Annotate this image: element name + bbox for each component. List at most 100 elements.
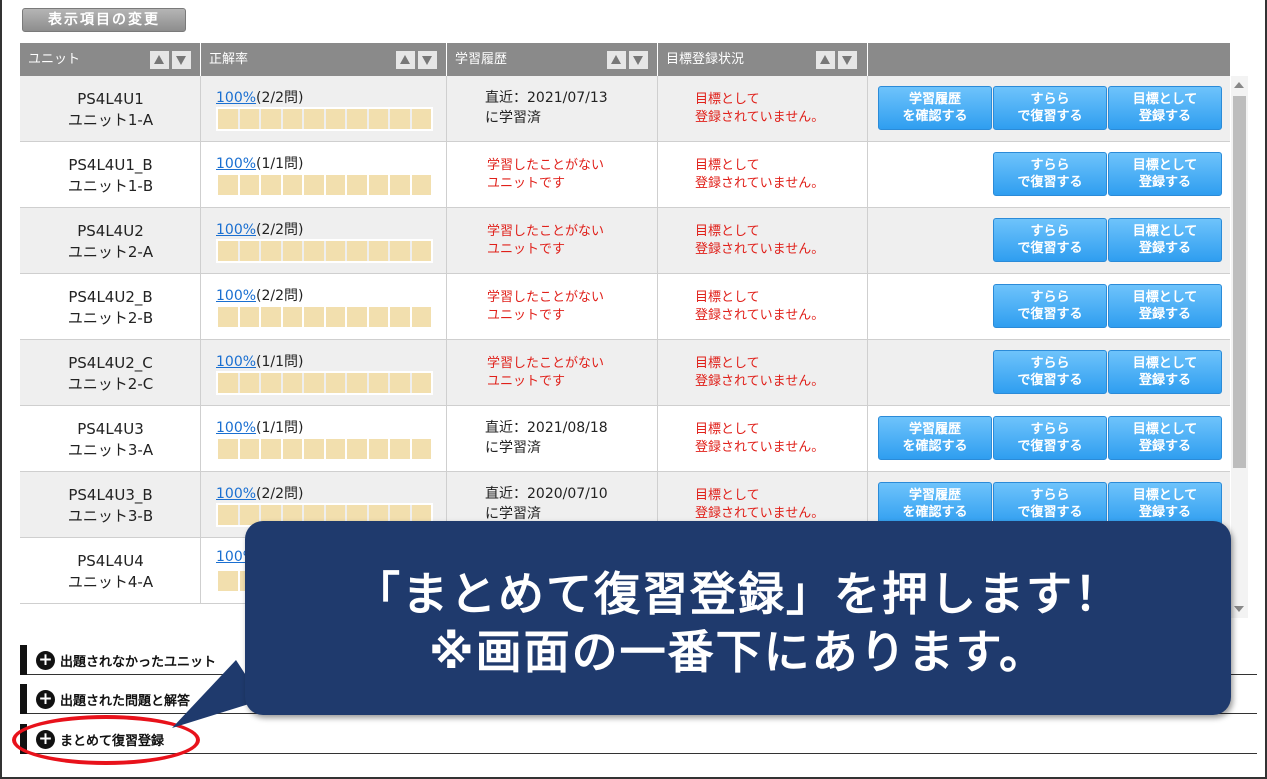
- progress-segment: [325, 373, 345, 393]
- button-line: 目標として: [1132, 488, 1198, 503]
- progress-segment: [239, 373, 259, 393]
- cell-unit: PS4L4U1 ユニット1-A: [20, 76, 201, 142]
- button-line: 目標として: [1132, 422, 1198, 437]
- sort-desc-icon[interactable]: [838, 51, 857, 69]
- cell-unit: PS4L4U2 ユニット2-A: [20, 208, 201, 274]
- review-in-surala-button[interactable]: すらら で復習する: [993, 86, 1107, 130]
- scroll-thumb[interactable]: [1233, 96, 1246, 468]
- review-in-surala-button[interactable]: すらら で復習する: [993, 284, 1107, 328]
- rate-count: (1/1問): [256, 354, 304, 370]
- register-goal-button[interactable]: 目標として 登録する: [1108, 86, 1222, 130]
- cell-unit: PS4L4U4 ユニット4-A: [20, 538, 201, 604]
- rate-text: 100%(2/2問): [216, 285, 304, 305]
- cell-actions: 学習履歴 を確認する すらら で復習する 目標として 登録する: [868, 76, 1230, 142]
- progress-segment: [218, 373, 238, 393]
- scroll-up-arrow-icon[interactable]: [1234, 82, 1244, 88]
- progress-segment: [411, 241, 431, 261]
- cell-goal-status: 目標として 登録されていません。: [658, 340, 868, 406]
- unit-code: PS4L4U3: [77, 420, 144, 438]
- column-header-label: ユニット: [28, 52, 81, 67]
- table-scrollbar[interactable]: [1231, 76, 1248, 618]
- table-row: PS4L4U1_B ユニット1-B 100%(1/1問) 学習したことがない ユニットで…: [20, 142, 1230, 208]
- sort-asc-icon[interactable]: [816, 51, 835, 69]
- goal-line: 登録されていません。: [695, 440, 825, 455]
- goal-line: 登録されていません。: [695, 308, 825, 323]
- goal-line: 目標として: [695, 290, 760, 305]
- progress-segment: [368, 307, 388, 327]
- cell-unit: PS4L4U3_B ユニット3-B: [20, 472, 201, 538]
- progress-segment: [282, 175, 302, 195]
- review-in-surala-button[interactable]: すらら で復習する: [993, 482, 1107, 526]
- button-line: すらら: [1030, 224, 1070, 239]
- unit-code: PS4L4U4: [77, 552, 144, 570]
- view-history-button[interactable]: 学習履歴 を確認する: [878, 416, 992, 460]
- column-header-actions: [868, 43, 1230, 76]
- progress-bar: [216, 173, 433, 197]
- cell-goal-status: 目標として登録されていません。: [658, 274, 868, 340]
- cell-rate: 100%(2/2問): [201, 208, 447, 274]
- cell-history: 学習したことがない ユニットです: [447, 142, 658, 208]
- sort-desc-icon[interactable]: [172, 51, 191, 69]
- rate-link[interactable]: 100%: [216, 222, 256, 238]
- button-line: すらら: [1030, 422, 1070, 437]
- unit-name: ユニット1-B: [67, 177, 154, 195]
- goal-line: 目標として: [695, 158, 760, 173]
- button-line: で復習する: [1017, 109, 1083, 124]
- register-goal-button[interactable]: 目標として 登録する: [1108, 218, 1222, 262]
- button-line: 登録する: [1138, 109, 1191, 124]
- table-row: PS4L4U3 ユニット3-A 100%(1/1問) 直近：2021/08/18 に学習…: [20, 406, 1230, 472]
- register-goal-button[interactable]: 目標として 登録する: [1108, 482, 1222, 526]
- rate-link[interactable]: 100%: [216, 288, 256, 304]
- rate-link[interactable]: 100%: [216, 486, 256, 502]
- sort-desc-icon[interactable]: [418, 51, 437, 69]
- review-in-surala-button[interactable]: すらら で復習する: [993, 152, 1107, 196]
- review-in-surala-button[interactable]: すらら で復習する: [993, 218, 1107, 262]
- review-in-surala-button[interactable]: すらら で復習する: [993, 416, 1107, 460]
- section-bulk-review-register[interactable]: + まとめて復習登録: [20, 724, 1257, 754]
- progress-segment: [304, 241, 324, 261]
- button-line: を確認する: [902, 109, 968, 124]
- rate-link[interactable]: 100%: [216, 420, 256, 436]
- button-line: すらら: [1030, 290, 1070, 305]
- goal-status-text: 目標として 登録されていません。: [695, 157, 824, 193]
- scroll-down-arrow-icon[interactable]: [1234, 606, 1244, 612]
- cell-actions: 学習履歴 を確認する すらら で復習する 目標として 登録する: [868, 406, 1230, 472]
- history-text: 直近：2021/08/18 に学習済: [485, 418, 608, 458]
- goal-line: 登録されていません。: [695, 242, 825, 257]
- register-goal-button[interactable]: 目標として 登録する: [1108, 284, 1222, 328]
- progress-segment: [411, 439, 431, 459]
- section-edge: [20, 684, 27, 714]
- view-history-button[interactable]: 学習履歴 を確認する: [878, 86, 992, 130]
- sort-controls: [150, 51, 191, 69]
- view-history-button[interactable]: 学習履歴 を確認する: [878, 482, 992, 526]
- progress-segment: [368, 439, 388, 459]
- history-text: 学習したことがない ユニットです: [487, 355, 604, 391]
- progress-segment: [411, 373, 431, 393]
- sort-asc-icon[interactable]: [150, 51, 169, 69]
- rate-link[interactable]: 100%: [216, 354, 256, 370]
- sort-desc-icon[interactable]: [629, 51, 648, 69]
- progress-segment: [411, 175, 431, 195]
- expand-plus-icon[interactable]: +: [36, 690, 55, 709]
- goal-line: 登録されていません。: [695, 374, 825, 389]
- register-goal-button[interactable]: 目標として 登録する: [1108, 416, 1222, 460]
- review-in-surala-button[interactable]: すらら で復習する: [993, 350, 1107, 394]
- progress-segment: [325, 439, 345, 459]
- progress-segment: [325, 175, 345, 195]
- progress-segment: [218, 241, 238, 261]
- button-line: で復習する: [1017, 505, 1083, 520]
- rate-link[interactable]: 100%: [216, 156, 256, 172]
- sort-asc-icon[interactable]: [396, 51, 415, 69]
- expand-plus-icon[interactable]: +: [36, 651, 55, 670]
- change-display-items-button[interactable]: 表示項目の変更: [22, 8, 186, 32]
- progress-segment: [411, 307, 431, 327]
- progress-segment: [282, 373, 302, 393]
- rate-count: (2/2問): [256, 90, 304, 106]
- cell-goal-status: 目標として 登録されていません。: [658, 208, 868, 274]
- goal-line: 目標として: [695, 422, 760, 437]
- unit-name: ユニット1-A: [67, 111, 154, 129]
- rate-link[interactable]: 100%: [216, 90, 256, 106]
- register-goal-button[interactable]: 目標として 登録する: [1108, 350, 1222, 394]
- register-goal-button[interactable]: 目標として 登録する: [1108, 152, 1222, 196]
- sort-asc-icon[interactable]: [607, 51, 626, 69]
